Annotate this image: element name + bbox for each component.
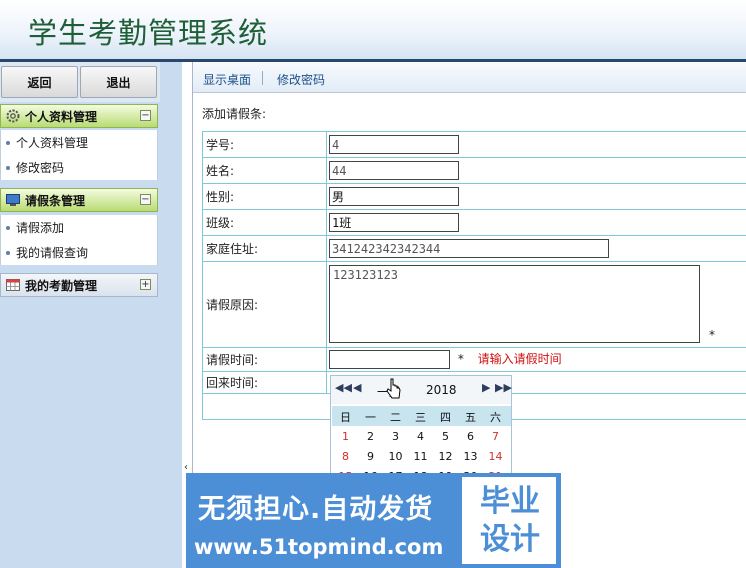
watermark-badge: 毕业设计 xyxy=(462,477,556,564)
calendar-day[interactable]: 1 xyxy=(333,430,358,443)
collapse-icon[interactable]: − xyxy=(140,194,151,205)
form-row-reason: 请假原因: 123123123 * xyxy=(202,261,746,348)
gender-input[interactable] xyxy=(329,187,459,206)
calendar-day[interactable]: 8 xyxy=(333,450,358,463)
app-title: 学生考勤管理系统 xyxy=(28,16,269,50)
leave-time-error: 请输入请假时间 xyxy=(477,352,562,366)
weekday-wed: 三 xyxy=(415,411,426,424)
student-id-label: 学号: xyxy=(202,131,327,158)
sidebar-items-leave: 请假添加 我的请假查询 xyxy=(0,215,158,265)
prev-year-icon[interactable]: ◀◀ xyxy=(335,381,352,394)
date-picker-popup: ◀◀ ◀ 一月 2018 ▶ ▶▶ 日 一 二 三 四 五 六 1 2 3 4 … xyxy=(330,375,512,485)
form-row-class: 班级: xyxy=(202,209,746,236)
watermark-banner: 无须担心.自动发货 www.51topmind.com 毕业设计 xyxy=(186,473,561,568)
form-row-name: 姓名: xyxy=(202,157,746,184)
name-input[interactable] xyxy=(329,161,459,180)
calendar-day[interactable]: 6 xyxy=(458,430,483,443)
student-id-input[interactable] xyxy=(329,135,459,154)
next-year-icon[interactable]: ▶▶ xyxy=(495,381,512,394)
sidebar-item-label: 修改密码 xyxy=(16,161,65,175)
sidebar-item-add-leave[interactable]: 请假添加 xyxy=(1,215,157,240)
form-row-leave-time: 请假时间: * 请输入请假时间 xyxy=(202,347,746,372)
leave-time-input[interactable] xyxy=(329,350,450,369)
leave-time-label: 请假时间: xyxy=(202,347,327,372)
class-label: 班级: xyxy=(202,209,327,236)
watermark-badge-text: 毕业设计 xyxy=(480,484,540,557)
app-header: 学生考勤管理系统 xyxy=(0,0,746,62)
collapse-icon[interactable]: − xyxy=(140,110,151,121)
sidebar-items-profile: 个人资料管理 修改密码 xyxy=(0,130,158,180)
class-input[interactable] xyxy=(329,213,459,232)
sidebar-section-profile[interactable]: 个人资料管理 − xyxy=(0,104,158,128)
calendar-day[interactable]: 4 xyxy=(408,430,433,443)
required-mark: * xyxy=(709,328,715,342)
sidebar-item-label: 个人资料管理 xyxy=(16,136,89,150)
date-picker-header: ◀◀ ◀ 一月 2018 ▶ ▶▶ xyxy=(331,376,512,404)
gender-label: 性别: xyxy=(202,183,327,210)
tab-change-password[interactable]: 修改密码 xyxy=(277,71,325,88)
weekday-thu: 四 xyxy=(440,411,451,424)
form-row-student-id: 学号: xyxy=(202,131,746,158)
weekday-mon: 一 xyxy=(365,411,376,424)
calendar-day[interactable]: 13 xyxy=(458,450,483,463)
expand-icon[interactable]: + xyxy=(140,279,151,290)
sidebar-item-change-password[interactable]: 修改密码 xyxy=(1,155,157,180)
weekday-header: 日 一 二 三 四 五 六 xyxy=(332,406,511,426)
form-caption: 添加请假条: xyxy=(202,107,267,121)
calendar-day[interactable]: 5 xyxy=(433,430,458,443)
weekday-fri: 五 xyxy=(465,411,476,424)
calendar-day[interactable]: 12 xyxy=(433,450,458,463)
bullet-icon xyxy=(6,225,10,230)
date-picker-year[interactable]: 2018 xyxy=(426,383,457,397)
back-button[interactable]: 返回 xyxy=(1,66,78,98)
watermark-url: www.51topmind.com xyxy=(194,535,444,559)
bullet-icon xyxy=(6,140,10,145)
tab-show-desktop[interactable]: 显示桌面 xyxy=(203,71,251,88)
bullet-icon xyxy=(6,165,10,170)
gear-icon xyxy=(6,109,20,123)
address-label: 家庭住址: xyxy=(202,235,327,262)
sidebar: 返回 退出 个人资料管理 − 个人资料管理 修改密码 请假条管理 − 请假添加 … xyxy=(0,62,182,568)
return-time-label: 回来时间: xyxy=(202,371,327,394)
sidebar-item-my-leave-query[interactable]: 我的请假查询 xyxy=(1,240,157,265)
required-mark: * xyxy=(457,352,464,366)
form-row-gender: 性别: xyxy=(202,183,746,210)
sidebar-section-label: 个人资料管理 xyxy=(25,109,98,124)
calendar-day[interactable]: 9 xyxy=(358,450,383,463)
calendar-icon xyxy=(6,279,20,291)
calendar-day[interactable]: 3 xyxy=(383,430,408,443)
calendar-day[interactable]: 11 xyxy=(408,450,433,463)
sidebar-section-leave[interactable]: 请假条管理 − xyxy=(0,188,158,212)
calendar-day[interactable]: 10 xyxy=(383,450,408,463)
reason-label: 请假原因: xyxy=(202,261,327,348)
sidebar-section-label: 请假条管理 xyxy=(25,193,86,208)
next-month-icon[interactable]: ▶ xyxy=(482,381,490,394)
bullet-icon xyxy=(6,250,10,255)
sidebar-item-label: 请假添加 xyxy=(16,221,65,235)
calendar-day[interactable]: 7 xyxy=(483,430,508,443)
mouse-cursor-icon xyxy=(386,378,401,399)
name-label: 姓名: xyxy=(202,157,327,184)
calendar-day[interactable]: 2 xyxy=(358,430,383,443)
sidebar-item-profile[interactable]: 个人资料管理 xyxy=(1,130,157,155)
address-input[interactable] xyxy=(329,239,609,258)
calendar-day[interactable]: 14 xyxy=(483,450,508,463)
weekday-sat: 六 xyxy=(490,411,501,424)
tab-bar: 显示桌面 修改密码 xyxy=(193,62,746,93)
sidebar-item-label: 我的请假查询 xyxy=(16,246,89,260)
sidebar-section-attendance[interactable]: 我的考勤管理 + xyxy=(0,273,158,297)
prev-month-icon[interactable]: ◀ xyxy=(353,381,361,394)
reason-textarea[interactable]: 123123123 xyxy=(329,265,700,343)
monitor-icon xyxy=(6,194,20,206)
exit-button[interactable]: 退出 xyxy=(80,66,157,98)
sidebar-section-label: 我的考勤管理 xyxy=(25,278,98,293)
tab-divider xyxy=(262,71,263,85)
form-row-address: 家庭住址: xyxy=(202,235,746,262)
weekday-sun: 日 xyxy=(340,411,351,424)
sidebar-top-bar: 返回 退出 xyxy=(0,62,160,102)
watermark-slogan: 无须担心.自动发货 xyxy=(198,494,434,525)
weekday-tue: 二 xyxy=(390,411,401,424)
